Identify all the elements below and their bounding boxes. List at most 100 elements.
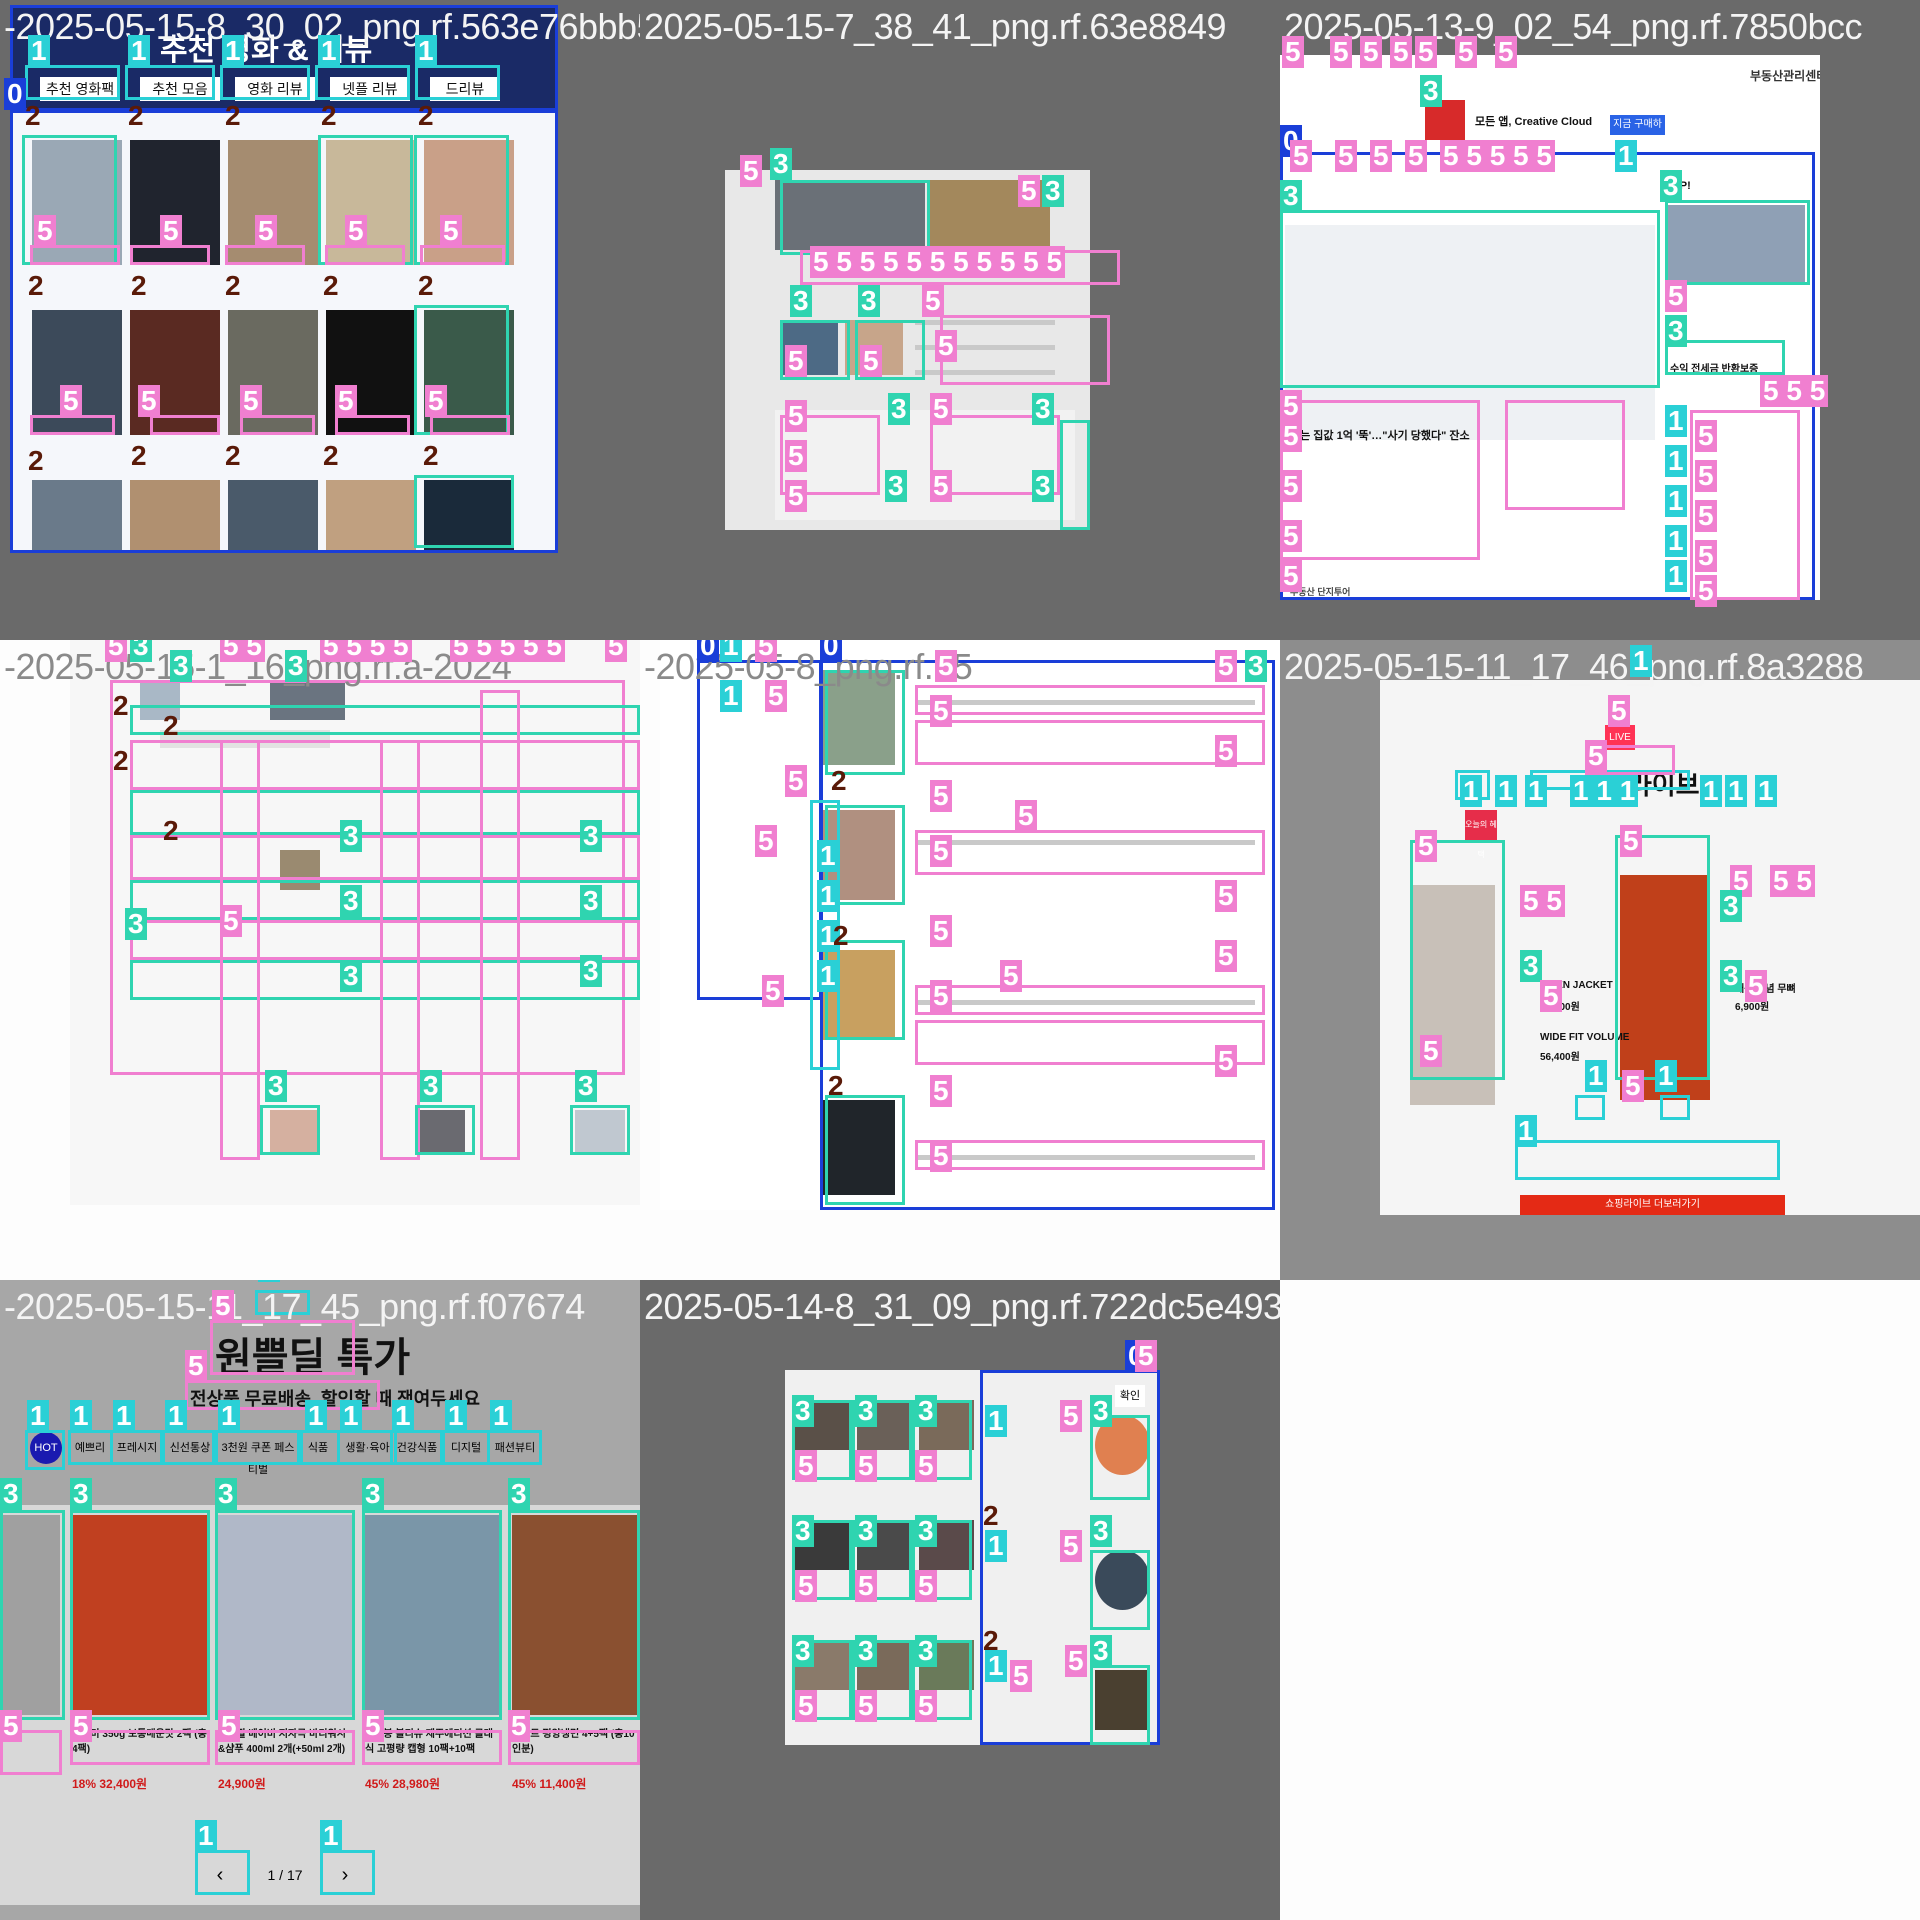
class-label: 1 xyxy=(720,680,742,712)
class-label: 3 xyxy=(1665,315,1687,347)
class-label: 3 xyxy=(170,650,192,682)
class-label: 1 xyxy=(1665,485,1687,517)
class-label: 2 xyxy=(163,815,179,846)
category-0[interactable]: 오늘의 혜택 xyxy=(1465,810,1497,859)
class-label: 5 xyxy=(1215,1045,1237,1077)
class-label: 3 xyxy=(1090,1515,1112,1547)
class-label: 1 xyxy=(222,35,244,67)
class-label: 2 xyxy=(131,270,147,301)
class-label: 5 xyxy=(1608,695,1630,727)
class-label: 1 xyxy=(985,1650,1007,1682)
class-label: 5 xyxy=(1215,735,1237,767)
class-label: 1 xyxy=(258,1280,280,1282)
class-label: 5 xyxy=(915,1570,937,1602)
class-label: 1 xyxy=(1665,445,1687,477)
class-label: 2 xyxy=(828,1070,844,1101)
annotation-box xyxy=(70,1510,210,1720)
class-label: 3 xyxy=(285,650,307,682)
class-label: 1 xyxy=(218,1400,240,1432)
annotation-box xyxy=(1090,1665,1150,1745)
class-label: 1 xyxy=(305,1400,327,1432)
annotation-box xyxy=(160,1430,215,1465)
class-label: 5 xyxy=(1065,1645,1087,1677)
class-label: 1 xyxy=(318,35,340,67)
class-label: 5 xyxy=(930,393,952,425)
class-label: 1 xyxy=(1700,775,1722,807)
class-label: 5 xyxy=(255,215,277,247)
class-label: 3 xyxy=(1245,650,1267,682)
class-label: 5 xyxy=(0,1710,22,1742)
class-label: 5 xyxy=(740,155,762,187)
class-label: 3 xyxy=(265,1070,287,1102)
class-label: 1 xyxy=(1585,1060,1607,1092)
class-label: 2 xyxy=(128,100,144,131)
class-label: 5 xyxy=(915,1690,937,1722)
class-label: 1 xyxy=(195,1820,217,1852)
cta-button[interactable]: 쇼핑라이브 더보러가기 xyxy=(1520,1195,1785,1215)
annotation-box xyxy=(240,415,315,435)
class-label: 5 xyxy=(1585,740,1607,772)
class-label: 3 xyxy=(580,820,602,852)
ad-button[interactable]: 지금 구매하기 xyxy=(1610,115,1665,150)
class-label: 5 xyxy=(1280,420,1302,452)
tile-2: 3 5 3 5 5 5 5 5 5 5 5 5 5 5 5 3 3 5 5 5 … xyxy=(640,0,1280,640)
class-label: 5 xyxy=(930,1075,952,1107)
class-label: 2 xyxy=(163,710,179,741)
class-label: 5 xyxy=(930,835,952,867)
class-label: 3 xyxy=(855,1515,877,1547)
class-label: 3 xyxy=(1032,470,1054,502)
class-label: 5 xyxy=(755,640,777,662)
annotation-box xyxy=(940,315,1110,385)
annotation-box xyxy=(1090,1550,1150,1630)
annotation-box xyxy=(25,65,120,100)
class-label: 5 xyxy=(860,345,882,377)
annotation-box xyxy=(30,245,120,265)
class-label: 5 xyxy=(795,1690,817,1722)
class-label: 5 xyxy=(785,400,807,432)
class-label: 5 xyxy=(1695,540,1717,572)
class-label: 5 xyxy=(785,440,807,472)
annotation-box xyxy=(480,690,520,1160)
annotation-box xyxy=(390,1430,445,1465)
side-title: 부동산관리센터 xyxy=(1750,69,1820,83)
class-label: 3 xyxy=(915,1635,937,1667)
annotation-box xyxy=(915,1020,1265,1065)
class-label: 2 xyxy=(225,270,241,301)
class-label: 5 xyxy=(765,680,787,712)
class-label: 5 xyxy=(935,330,957,362)
class-label: 3 xyxy=(1660,170,1682,202)
class-label: 3 xyxy=(1090,1395,1112,1427)
class-label: 5 xyxy=(345,215,367,247)
class-label: 3 xyxy=(885,470,907,502)
class-label: 5 xyxy=(34,215,56,247)
class-label: 5 xyxy=(795,1450,817,1482)
annotation-box xyxy=(915,685,1265,715)
class-label: 5 xyxy=(605,640,627,662)
class-label: 3 xyxy=(420,1070,442,1102)
annotation-box xyxy=(1505,400,1625,510)
class-label: 5 xyxy=(1280,560,1302,592)
class-label: 5 5 5 5 xyxy=(320,640,412,662)
class-label: 5 xyxy=(855,1450,877,1482)
class-label: 2 xyxy=(418,100,434,131)
annotation-box xyxy=(915,720,1265,765)
class-label: 5 xyxy=(1135,1340,1157,1372)
class-label: 5 5 xyxy=(1520,885,1565,917)
class-label: 3 xyxy=(575,1070,597,1102)
annotation-box xyxy=(915,985,1265,1015)
class-label: 5 xyxy=(1620,825,1642,857)
class-label: 5 xyxy=(1695,460,1717,492)
class-label: 1 xyxy=(1525,775,1547,807)
annotation-box xyxy=(1280,400,1480,560)
product-price: 45% 11,400원 xyxy=(512,1777,587,1791)
class-label: 5 xyxy=(440,215,462,247)
class-label: 5 xyxy=(930,470,952,502)
class-label: 1 xyxy=(985,1405,1007,1437)
annotation-box xyxy=(300,1430,340,1465)
class-label: 2 xyxy=(831,765,847,796)
product-price: 24,900원 xyxy=(218,1777,266,1791)
annotation-box xyxy=(1280,210,1660,388)
tile-4: 5 3 5 5 5 5 5 5 5 5 5 5 5 5 3 3 2 2 2 2 … xyxy=(0,640,640,1280)
annotation-box xyxy=(1660,1095,1690,1120)
class-label: 3 xyxy=(1280,180,1302,212)
